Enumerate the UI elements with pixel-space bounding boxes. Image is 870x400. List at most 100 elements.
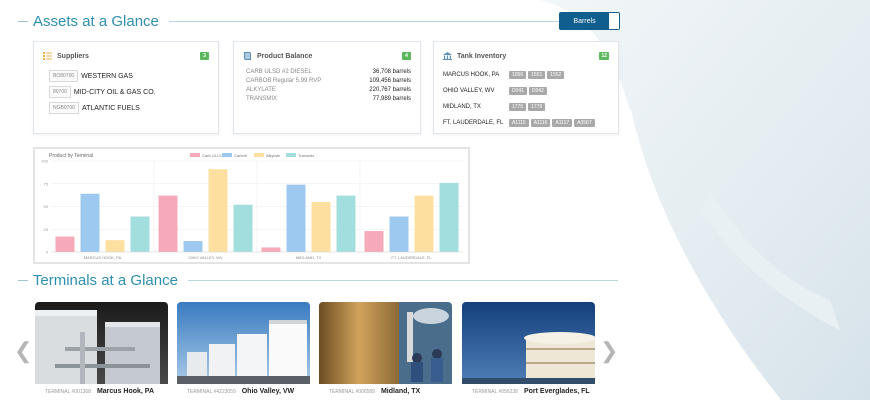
x-tick-label: OHIO VALLEY, WV xyxy=(188,255,223,260)
chart-svg: Product by Terminal Carb ULLS Carbob Alkyla… xyxy=(41,153,463,260)
tank-location-row: MARCUS HOOK, PA 1056 1551 1552 xyxy=(443,69,609,81)
tank-chip[interactable]: 1776 xyxy=(528,103,546,111)
assets-title: Assets at a Glance xyxy=(33,12,159,30)
chart-bar xyxy=(130,216,150,252)
y-tick-label: 25 xyxy=(44,227,49,232)
tank-inventory-title: Tank Inventory xyxy=(457,52,507,60)
terminal-number: TERMINAL #4223059 xyxy=(187,389,236,395)
product-count-badge: 4 xyxy=(402,52,411,60)
chart-bar xyxy=(311,201,331,252)
tank-chip[interactable]: 1056 xyxy=(509,71,527,79)
building-icon xyxy=(443,52,452,60)
product-value: 109,456 barrels xyxy=(369,78,411,84)
supplier-code: 80700 xyxy=(49,86,71,98)
tank-location-row: MIDLAND, TX 1775 1776 xyxy=(443,101,609,113)
product-name: ALKYLATE xyxy=(246,87,276,93)
chart-bar xyxy=(286,184,306,252)
tank-chip[interactable]: A1117 xyxy=(552,119,573,127)
tank-chip[interactable]: D042 xyxy=(528,87,547,95)
terminal-photo-midland[interactable] xyxy=(319,302,452,384)
legend-label: Alkylate xyxy=(266,153,281,158)
legend-label: Carb ULLS xyxy=(202,153,222,158)
terminal-number: TERMINAL #006589 xyxy=(329,389,375,395)
toggle-knob xyxy=(609,13,619,29)
product-balance-header: Product Balance 4 xyxy=(243,50,411,62)
tank-location: MIDLAND, TX xyxy=(443,104,481,110)
legend-swatch xyxy=(254,153,264,157)
product-row: TRANSMIX 77,989 barrels xyxy=(243,96,411,105)
tank-inventory-header: Tank Inventory 12 xyxy=(443,50,609,62)
header-rule xyxy=(187,279,618,281)
tank-inventory-card: Tank Inventory 12 MARCUS HOOK, PA 1056 1… xyxy=(433,41,619,134)
y-tick-label: 0 xyxy=(46,250,49,255)
suppliers-count-badge: 3 xyxy=(200,52,209,60)
y-tick-label: 75 xyxy=(44,181,49,186)
tank-chip[interactable]: A1116 xyxy=(530,119,551,127)
tank-count-badge: 12 xyxy=(599,52,609,60)
carousel-next-icon[interactable]: ❯ xyxy=(600,338,618,364)
product-row: ALKYLATE 220,767 barrels xyxy=(243,87,411,96)
suppliers-header: Suppliers 3 xyxy=(43,50,209,62)
chart-bar xyxy=(233,204,253,252)
terminal-name[interactable]: Port Everglades, FL xyxy=(524,388,590,395)
chart-bar xyxy=(389,216,409,252)
tank-location: OHIO VALLEY, WV xyxy=(443,88,495,94)
assets-section-header: Assets at a Glance xyxy=(18,9,618,33)
chart-bar xyxy=(55,236,75,252)
tank-chip[interactable]: 1552 xyxy=(547,71,565,79)
product-name: CARB ULSD #2 DIESEL xyxy=(246,69,312,75)
chart-bar xyxy=(364,231,384,252)
chart-bar xyxy=(183,241,203,252)
tank-chip[interactable]: A0567 xyxy=(574,119,595,127)
product-name: CARBOB Regular 5.99 RVP xyxy=(246,78,322,84)
supplier-item[interactable]: 80700 MID-CITY OIL & GAS CO. xyxy=(43,85,209,99)
product-value: 36,708 barrels xyxy=(372,69,411,75)
product-value: 77,989 barrels xyxy=(372,96,411,102)
supplier-code: BO80700 xyxy=(49,70,79,82)
tank-chip[interactable]: D041 xyxy=(509,87,527,95)
x-tick-label: MIDLAND, TX xyxy=(296,255,322,260)
terminal-name[interactable]: Ohio Valley, VW xyxy=(242,388,294,395)
unit-toggle[interactable]: Barrels xyxy=(559,12,620,30)
product-balance-card: Product Balance 4 CARB ULSD #2 DIESEL 36… xyxy=(233,41,421,134)
header-dash xyxy=(18,20,28,22)
list-icon xyxy=(43,52,52,60)
terminal-photo-ohio-valley[interactable] xyxy=(177,302,310,384)
terminal-photo-marcus-hook[interactable] xyxy=(35,302,168,384)
terminal-name[interactable]: Midland, TX xyxy=(381,388,420,395)
tank-chip[interactable]: 1775 xyxy=(509,103,527,111)
chart-bar xyxy=(158,195,178,252)
x-tick-label: FT. LAUDERDALE, FL xyxy=(391,255,432,260)
suppliers-card: Suppliers 3 BO80700 WESTERN GAS 80700 MI… xyxy=(33,41,219,134)
product-by-terminal-chart: Product by Terminal Carb ULLS Carbob Alkyla… xyxy=(33,147,470,264)
terminal-caption: TERMINAL #006589 Midland, TX xyxy=(319,388,452,395)
supplier-item[interactable]: BO80700 WESTERN GAS xyxy=(43,69,209,83)
terminal-photo-port-everglades[interactable] xyxy=(462,302,595,384)
supplier-name: WESTERN GAS xyxy=(81,72,133,80)
chart-bar xyxy=(208,169,228,252)
suppliers-title: Suppliers xyxy=(57,52,89,60)
supplier-code: NGB0700 xyxy=(49,102,79,114)
tank-chip[interactable]: A1115 xyxy=(509,119,529,127)
tank-location-row: FT. LAUDERDALE, FL A1115 A1116 A1117 A05… xyxy=(443,117,609,129)
carousel-prev-icon[interactable]: ❮ xyxy=(14,338,32,364)
chart-bar xyxy=(336,195,356,252)
supplier-item[interactable]: NGB0700 ATLANTIC FUELS xyxy=(43,101,209,115)
terminal-name[interactable]: Marcus Hook, PA xyxy=(97,388,154,395)
chart-title: Product by Terminal xyxy=(49,153,93,159)
chart-bar xyxy=(261,247,281,252)
tank-location-row: OHIO VALLEY, WV D041 D042 xyxy=(443,85,609,97)
product-balance-title: Product Balance xyxy=(257,52,313,60)
terminal-caption: TERMINAL #056238 Port Everglades, FL xyxy=(462,388,595,395)
tank-chip[interactable]: 1551 xyxy=(528,71,546,79)
legend-swatch xyxy=(190,153,200,157)
header-rule xyxy=(168,20,564,22)
terminals-section-header: Terminals at a Glance xyxy=(18,268,618,292)
product-row: CARBOB Regular 5.99 RVP 109,456 barrels xyxy=(243,78,411,87)
terminal-caption: TERMINAL #001368 Marcus Hook, PA xyxy=(35,388,168,395)
book-icon xyxy=(244,52,251,60)
y-tick-label: 50 xyxy=(44,204,49,209)
header-dash xyxy=(18,279,28,281)
terminal-number: TERMINAL #001368 xyxy=(45,389,91,395)
chart-bar xyxy=(414,195,434,252)
